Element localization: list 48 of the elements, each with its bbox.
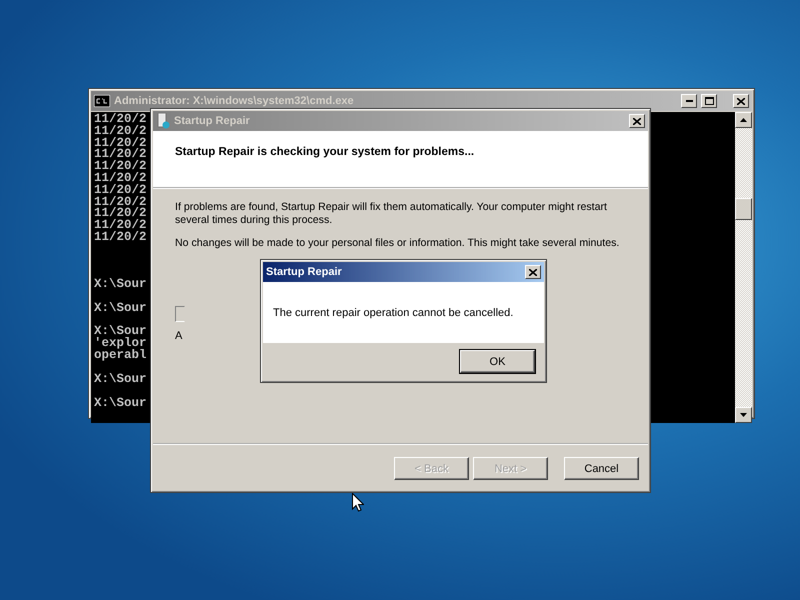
console-line: 11/20/2 [94, 232, 147, 244]
status-text: A [175, 330, 184, 342]
frame-edge [175, 306, 185, 322]
close-button[interactable] [525, 265, 541, 279]
scroll-thumb[interactable] [735, 198, 752, 220]
close-icon [529, 268, 537, 276]
console-line: 11/20/2 [94, 184, 147, 197]
up-arrow-icon [740, 118, 747, 122]
console-line: X:\Sour [94, 326, 147, 338]
wizard-button[interactable]: Cancel [564, 457, 639, 480]
window-title: Administrator: X:\windows\system32\cmd.exe [114, 95, 355, 107]
mouse-pointer-icon [352, 493, 364, 512]
description-text: No changes will be made to your personal files or information. This might take several minutes. [175, 237, 620, 250]
description-text: If problems are found, Startup Repair will fix them automatically. Your computer might restart several times during this process. [175, 201, 608, 227]
close-button[interactable] [629, 114, 645, 128]
console-line: 'explor [94, 338, 147, 350]
console-line: X:\Sour [94, 374, 147, 386]
minimize-button[interactable] [681, 94, 697, 108]
down-arrow-icon [740, 413, 747, 418]
maximize-icon [704, 97, 714, 105]
scroll-down-button[interactable] [735, 407, 752, 424]
scrollbar[interactable] [735, 112, 752, 424]
close-button[interactable] [733, 94, 749, 108]
console-line: X:\Sour [94, 302, 147, 314]
console-line: 11/20/2 [94, 114, 147, 126]
console-line: 11/20/2 [94, 208, 147, 220]
minimize-icon [686, 100, 692, 102]
console-line: 11/20/2 [94, 172, 147, 185]
scroll-up-button[interactable] [735, 112, 752, 128]
console-line: 11/20/2 [94, 196, 147, 208]
console-line: 11/20/2 [94, 149, 147, 162]
ok-button[interactable]: OK [460, 350, 535, 373]
window-title: Startup Repair [174, 115, 251, 127]
console-line: operabl [94, 350, 147, 362]
console-line: 11/20/2 [94, 138, 147, 150]
console-line: X:\Sour [94, 398, 147, 410]
console-icon [94, 95, 110, 107]
console-line: 11/20/2 [94, 220, 147, 232]
dialog-title: Startup Repair [266, 266, 343, 278]
console-line: 11/20/2 [94, 126, 147, 138]
close-icon [737, 98, 745, 104]
maximize-button[interactable] [701, 94, 717, 108]
console-line: 11/20/2 [94, 161, 147, 173]
heading: Startup Repair is checking your system for problems... [175, 146, 476, 158]
message-text: The current repair operation cannot be cancelled. [273, 306, 514, 318]
console-line: X:\Sour [94, 278, 147, 291]
close-icon [633, 118, 641, 124]
repair-icon [156, 113, 170, 129]
